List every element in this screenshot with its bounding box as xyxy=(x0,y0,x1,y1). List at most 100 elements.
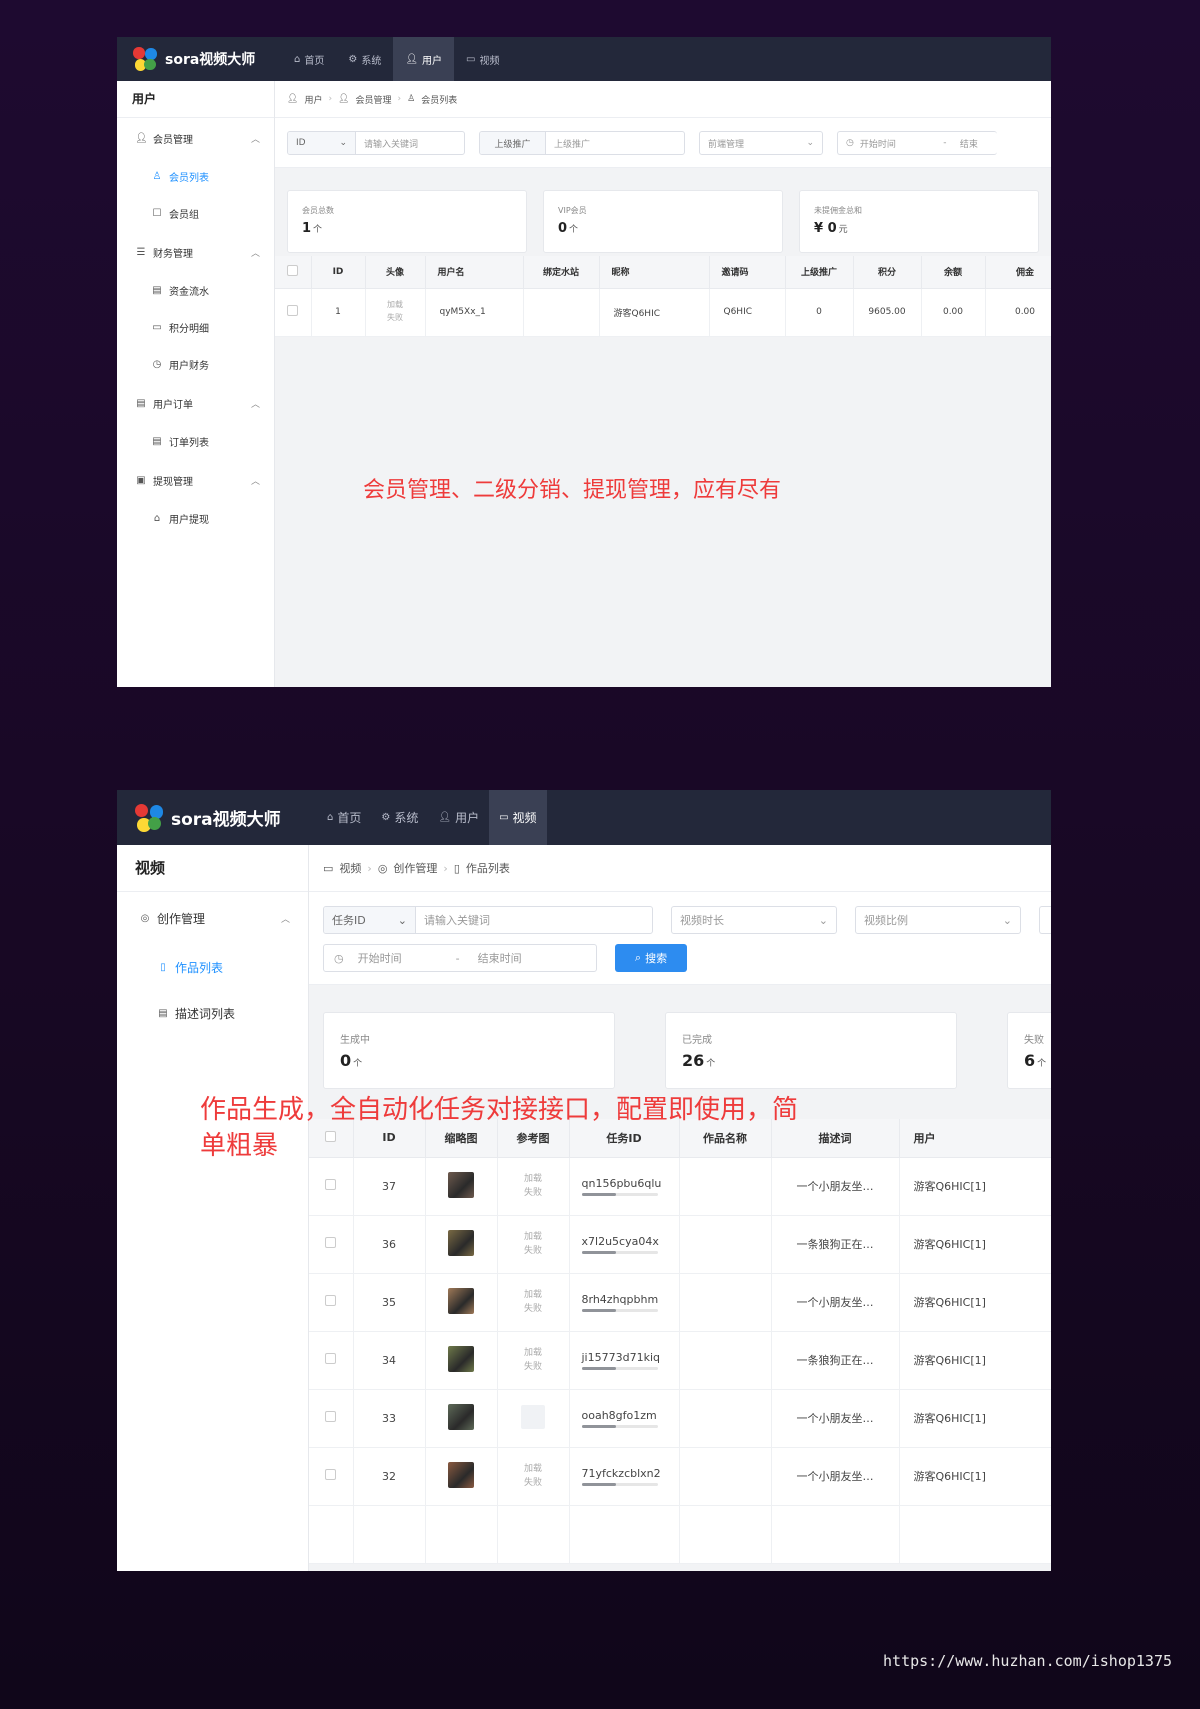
nav-home[interactable]: ⌂ 首页 xyxy=(317,790,371,845)
main-content: ▭ 视频 › ◎ 创作管理 › ▯ 作品列表 任务ID ⌄ 请输入关键词 视频时长 ⌄ 视… xyxy=(309,845,1051,1571)
col-header[interactable]: ID xyxy=(311,256,366,289)
brand[interactable]: sora视频大师 xyxy=(117,37,282,81)
thumbnail-image[interactable] xyxy=(448,1403,474,1430)
date-range[interactable]: ◷ 开始时间 - 结束 xyxy=(837,131,997,155)
duration-select[interactable]: 视频时长 ⌄ xyxy=(671,906,837,934)
stat-value: 6个 xyxy=(1024,1051,1051,1070)
id-select[interactable]: ID ⌄ xyxy=(288,132,356,154)
brand-name: sora视频大师 xyxy=(165,52,256,68)
keyword-input[interactable]: 请输入关键词 xyxy=(356,137,464,150)
table-row[interactable] xyxy=(309,1505,1051,1564)
start-date-input[interactable]: 开始时间 xyxy=(358,950,438,966)
thumbnail-image[interactable] xyxy=(448,1287,474,1314)
row-checkbox[interactable] xyxy=(309,1157,354,1216)
sidebar-item-prompts[interactable]: ▤ 描述词列表 xyxy=(117,990,308,1036)
sidebar-item-points[interactable]: ▭ 积分明细 xyxy=(117,309,274,346)
frontend-select[interactable]: 前端管理 ⌄ xyxy=(699,131,823,155)
gear-icon: ⚙ xyxy=(348,53,358,65)
reference-image: 加载 失败 xyxy=(497,1157,570,1216)
ref-failed-text: 加载 xyxy=(523,1289,542,1300)
top-nav: ⌂ 首页 ⚙ 系统 👤︎ 用户 ▭ 视频 xyxy=(282,37,511,81)
stat-value: ¥ 0元 xyxy=(814,221,1024,236)
thumbnail[interactable] xyxy=(425,1215,498,1274)
nav-system[interactable]: ⚙ 系统 xyxy=(371,790,428,845)
table-row[interactable]: 34 加载 失败 ji15773d71kiq 一条狼狗正在… 游客Q6HIC[1] xyxy=(309,1331,1051,1390)
select-all-checkbox[interactable] xyxy=(275,256,312,289)
thumbnail-image[interactable] xyxy=(448,1345,474,1372)
table-row[interactable]: 35 加载 失败 8rh4zhqpbhm 一个小朋友坐… 游客Q6HIC[1] xyxy=(309,1273,1051,1332)
task-keyword-filter[interactable]: 任务ID ⌄ 请输入关键词 xyxy=(323,906,653,934)
nav-system[interactable]: ⚙ 系统 xyxy=(336,37,393,81)
thumbnail-image[interactable] xyxy=(448,1461,474,1488)
brand[interactable]: sora视频大师 xyxy=(117,790,317,845)
extra-filter[interactable] xyxy=(1039,906,1051,934)
reference-image: 加载 失败 xyxy=(497,1447,570,1506)
table-row[interactable]: 32 加载 失败 71yfckzcblxn2 一个小朋友坐… 游客Q6HIC[1] xyxy=(309,1447,1051,1506)
stat-card-total: 会员总数 1个 xyxy=(287,190,527,253)
member-table: ID 头像 用户名 绑定水站 昵称 邀请码 上级推广 积分 余额 佣金 1 加载… xyxy=(275,256,1051,337)
sidebar-item-member-list[interactable]: ♙ 会员列表 xyxy=(117,158,274,195)
row-checkbox[interactable] xyxy=(309,1273,354,1332)
date-range[interactable]: ◷ 开始时间 - 结束时间 xyxy=(323,944,597,972)
thumbnail[interactable] xyxy=(425,1447,498,1506)
table-row[interactable]: 37 加载 失败 qn156pbu6qlu 一个小朋友坐… 游客Q6HIC[1] xyxy=(309,1157,1051,1216)
create-icon: ◎ xyxy=(377,861,388,875)
nav-user[interactable]: 👤︎ 用户 xyxy=(428,790,489,845)
cell-description: 一个小朋友坐… xyxy=(771,1389,900,1448)
stat-number: 0 xyxy=(558,221,568,236)
sidebar-item-member-group[interactable]: ☐ 会员组 xyxy=(117,195,274,232)
row-checkbox[interactable] xyxy=(309,1389,354,1448)
nav-video[interactable]: ▭ 视频 xyxy=(454,37,511,81)
row-checkbox[interactable] xyxy=(275,288,312,337)
sidebar-item-order-list[interactable]: ▤ 订单列表 xyxy=(117,423,274,460)
nav-video[interactable]: ▭ 视频 xyxy=(489,790,547,845)
end-date-input[interactable]: 结束 xyxy=(960,137,978,150)
task-id-text: ooah8gfo1zm xyxy=(581,1408,657,1422)
sidebar-item-works[interactable]: ▯ 作品列表 xyxy=(117,944,308,990)
sidebar-item-user-withdraw[interactable]: ⌂ 用户提现 xyxy=(117,500,274,537)
cell-parent: 0 xyxy=(785,288,854,337)
nav-user[interactable]: 👤︎ 用户 xyxy=(393,37,455,81)
thumbnail[interactable] xyxy=(425,1273,498,1332)
sidebar-group-withdraw[interactable]: ▣ 提现管理 ︿ xyxy=(117,460,274,500)
parent-input[interactable]: 上级推广 xyxy=(546,137,684,150)
row-checkbox[interactable] xyxy=(309,1331,354,1390)
sidebar-item-user-finance[interactable]: ◷ 用户财务 xyxy=(117,346,274,383)
start-date-input[interactable]: 开始时间 xyxy=(860,137,930,150)
breadcrumb-item[interactable]: 创作管理 xyxy=(393,860,437,876)
sidebar-group-creation[interactable]: ◎ 创作管理 ︿ xyxy=(117,892,308,944)
thumbnail[interactable] xyxy=(425,1157,498,1216)
stat-label: 生成中 xyxy=(340,1035,370,1046)
parent-filter[interactable]: 上级推广 上级推广 xyxy=(479,131,685,155)
nav-home[interactable]: ⌂ 首页 xyxy=(282,37,336,81)
thumbnail-image[interactable] xyxy=(448,1229,474,1256)
table-row[interactable]: 36 加载 失败 x7l2u5cya04x 一条狼狗正在… 游客Q6HIC[1] xyxy=(309,1215,1051,1274)
stat-card-vip: VIP会员 0个 xyxy=(543,190,783,253)
sidebar-group-finance[interactable]: ☰ 财务管理 ︿ xyxy=(117,232,274,272)
row-checkbox[interactable] xyxy=(309,1215,354,1274)
id-keyword-filter[interactable]: ID ⌄ 请输入关键词 xyxy=(287,131,465,155)
breadcrumb-item[interactable]: 会员管理 xyxy=(356,93,392,106)
ratio-select[interactable]: 视频比例 ⌄ xyxy=(855,906,1021,934)
sidebar-item-cash-flow[interactable]: ▤ 资金流水 xyxy=(117,272,274,309)
breadcrumb-item[interactable]: 用户 xyxy=(304,93,322,106)
search-button[interactable]: ⌕ 搜索 xyxy=(615,944,687,972)
stat-card-generating: 生成中 0个 xyxy=(323,1012,615,1089)
stat-label: 未提佣金总和 xyxy=(814,206,862,215)
thumbnail[interactable] xyxy=(425,1331,498,1390)
task-select[interactable]: 任务ID ⌄ xyxy=(324,907,416,933)
breadcrumb-item[interactable]: 视频 xyxy=(339,860,361,876)
sidebar-group-member[interactable]: 👤︎ 会员管理 ︿ xyxy=(117,118,274,158)
sidebar-title: 用户 xyxy=(117,81,274,118)
end-date-input[interactable]: 结束时间 xyxy=(478,950,522,966)
thumbnail-image[interactable] xyxy=(448,1171,474,1198)
cell-task-id: 8rh4zhqpbhm xyxy=(569,1273,680,1332)
thumbnail[interactable] xyxy=(425,1389,498,1448)
table-row[interactable]: 1 加载 失败 qyM5Xx_1 游客Q6HIC Q6HIC 0 9605.00 … xyxy=(275,288,1051,337)
table-row[interactable]: 33 ooah8gfo1zm 一个小朋友坐… 游客Q6HIC[1] xyxy=(309,1389,1051,1448)
sidebar-group-orders[interactable]: ▤ 用户订单 ︿ xyxy=(117,383,274,423)
ref-failed-text: 加载 xyxy=(523,1347,542,1358)
stat-value: 0个 xyxy=(558,221,768,236)
keyword-input[interactable]: 请输入关键词 xyxy=(416,912,652,928)
row-checkbox[interactable] xyxy=(309,1447,354,1506)
